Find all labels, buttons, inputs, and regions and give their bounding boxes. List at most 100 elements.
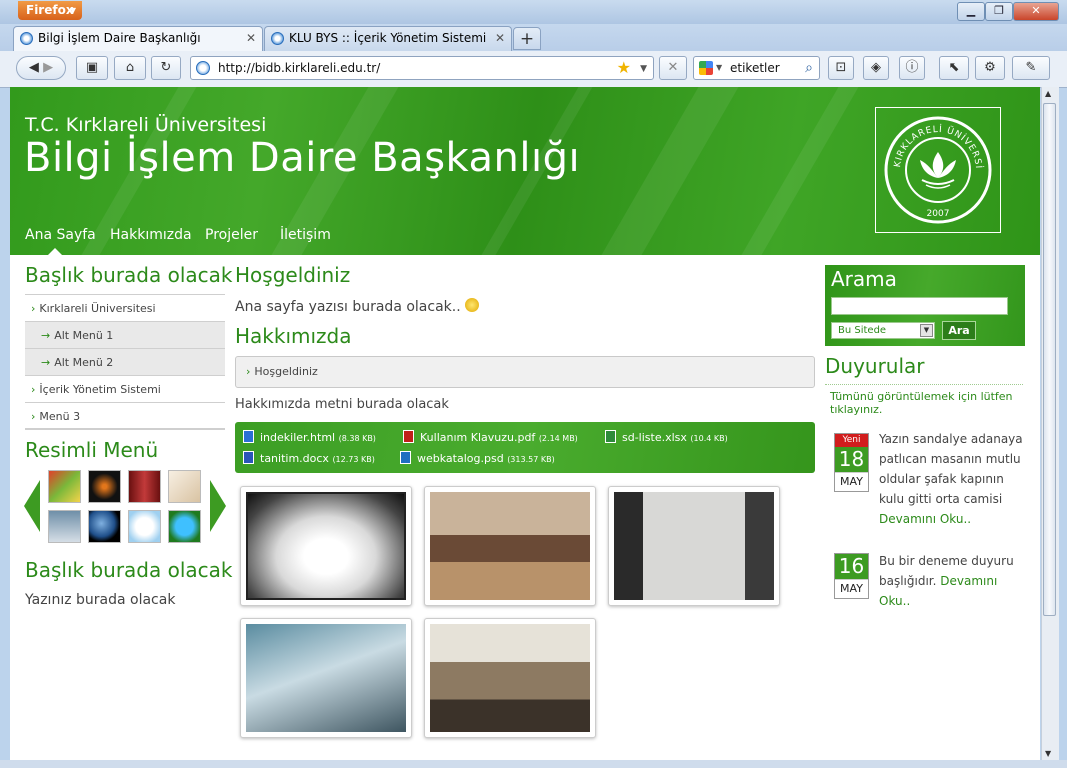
file-link[interactable]: webkatalog.psd (313.57 KB) bbox=[400, 451, 555, 465]
forward-arrow-icon: ▶ bbox=[43, 60, 54, 75]
html-file-icon bbox=[243, 430, 254, 443]
maximize-button[interactable]: ❐ bbox=[985, 2, 1013, 21]
menu-thumbnail[interactable] bbox=[168, 510, 201, 543]
addon-button-5[interactable]: ✎ bbox=[1012, 56, 1050, 80]
addon-button-1[interactable]: ⊡ bbox=[828, 56, 854, 80]
menu-thumbnail[interactable] bbox=[48, 510, 81, 543]
left-menu-item-3[interactable]: › Menü 3 bbox=[25, 403, 225, 430]
nav-home[interactable]: Ana Sayfa bbox=[25, 227, 96, 243]
word-file-icon bbox=[243, 451, 254, 464]
url-text: http://bidb.kirklareli.edu.tr/ bbox=[218, 61, 381, 75]
tab-close-icon[interactable]: ✕ bbox=[246, 27, 256, 50]
bookmarks-button[interactable]: ▣ bbox=[76, 56, 108, 80]
view-all-link[interactable]: Tümünü görüntülemek için lütfen tıklayın… bbox=[830, 390, 1025, 416]
menu-thumbnail[interactable] bbox=[168, 470, 201, 503]
gallery-photo[interactable] bbox=[424, 618, 596, 738]
date-day: 16 bbox=[835, 554, 868, 579]
left-menu-item-university[interactable]: › Kırklareli Üniversitesi bbox=[25, 295, 225, 322]
divider bbox=[825, 384, 1023, 385]
scroll-down-icon[interactable]: ▼ bbox=[1045, 749, 1051, 758]
url-dropdown-icon[interactable]: ▼ bbox=[640, 58, 647, 80]
announcement-text: Yazın sandalye adanaya patlıcan masanın … bbox=[879, 432, 1023, 506]
nav-about[interactable]: Hakkımızda bbox=[110, 227, 192, 243]
nav-projects[interactable]: Projeler bbox=[205, 227, 258, 243]
slider-next-icon[interactable] bbox=[210, 480, 226, 532]
chevron-right-icon: › bbox=[31, 383, 36, 396]
window-close-button[interactable]: ✕ bbox=[1013, 2, 1059, 21]
file-link[interactable]: sd-liste.xlsx (10.4 KB) bbox=[605, 430, 728, 444]
logo-year: 2007 bbox=[927, 209, 950, 219]
web-search-text: etiketler bbox=[730, 61, 780, 75]
star-icon[interactable]: ★ bbox=[617, 57, 631, 79]
about-text: Hakkımızda metni burada olacak bbox=[235, 397, 449, 412]
university-logo[interactable]: KIRKLARELİ ÜNİVERSİTESİ 2007 bbox=[872, 100, 1001, 233]
studio-photo bbox=[614, 492, 774, 600]
menu-thumbnail[interactable] bbox=[128, 510, 161, 543]
site-search-input[interactable] bbox=[831, 297, 1008, 315]
search-icon[interactable]: ⌕ bbox=[805, 57, 813, 79]
accordion-item-welcome[interactable]: › Hoşgeldiniz bbox=[235, 356, 815, 388]
home-button[interactable]: ⌂ bbox=[114, 56, 146, 80]
arrow-right-icon: → bbox=[41, 356, 51, 369]
image-slider bbox=[24, 470, 226, 543]
slider-prev-icon[interactable] bbox=[24, 480, 40, 532]
lotus-seal-icon: KIRKLARELİ ÜNİVERSİTESİ 2007 bbox=[872, 100, 992, 224]
chevron-down-icon: ▼ bbox=[69, 6, 76, 15]
scroll-up-icon[interactable]: ▲ bbox=[1045, 89, 1051, 98]
search-title: Arama bbox=[831, 267, 897, 291]
studio-photo bbox=[246, 492, 406, 600]
file-size: (10.4 KB) bbox=[690, 434, 728, 443]
left-menu-subitem-2[interactable]: → Alt Menü 2 bbox=[25, 349, 225, 376]
accordion-label: Hoşgeldiniz bbox=[254, 365, 318, 378]
about-title: Hakkımızda bbox=[235, 324, 352, 348]
addon-button-2[interactable]: ◈ bbox=[863, 56, 889, 80]
announcement-item: Bu bir deneme duyuru başlığıdır. Devamın… bbox=[879, 551, 1031, 611]
back-forward-button[interactable]: ◀ ▶ bbox=[16, 56, 66, 80]
gallery-photo[interactable] bbox=[424, 486, 596, 606]
engine-dropdown-icon[interactable]: ▼ bbox=[716, 57, 722, 79]
gallery-photo[interactable] bbox=[608, 486, 780, 606]
search-button[interactable]: Ara bbox=[942, 321, 976, 340]
scrollbar-thumb[interactable] bbox=[1043, 103, 1056, 616]
gallery-photo[interactable] bbox=[240, 618, 412, 738]
file-name: webkatalog.psd bbox=[417, 452, 504, 465]
menu-thumbnail[interactable] bbox=[88, 470, 121, 503]
zoom-icon: ⊡ bbox=[835, 60, 847, 75]
addon-button-3[interactable]: ⬉ bbox=[939, 56, 969, 80]
reload-button[interactable]: ↻ bbox=[151, 56, 181, 80]
search-scope-select[interactable]: Bu Sitede ▼ bbox=[831, 322, 935, 339]
announcement-item: Yazın sandalye adanaya patlıcan masanın … bbox=[879, 429, 1031, 529]
web-search-field[interactable]: ▼ etiketler ⌕ bbox=[693, 56, 820, 80]
pdf-file-icon bbox=[403, 430, 414, 443]
menu-thumbnail[interactable] bbox=[48, 470, 81, 503]
file-link[interactable]: tanitim.docx (12.73 KB) bbox=[243, 451, 375, 465]
menu-thumbnail[interactable] bbox=[128, 470, 161, 503]
search-scope-value: Bu Sitede bbox=[838, 325, 887, 336]
file-link[interactable]: Kullanım Klavuzu.pdf (2.14 MB) bbox=[403, 430, 578, 444]
left-menu-item-cms[interactable]: › İçerik Yönetim Sistemi bbox=[25, 376, 225, 403]
url-bar[interactable]: http://bidb.kirklareli.edu.tr/ ★ ▼ bbox=[190, 56, 654, 80]
welcome-text: Ana sayfa yazısı burada olacak.. bbox=[235, 298, 480, 315]
read-more-link[interactable]: Devamını Oku.. bbox=[879, 512, 971, 526]
page-info-button[interactable]: ⓘ bbox=[899, 56, 925, 80]
file-size: (8.38 KB) bbox=[338, 434, 376, 443]
stop-button[interactable]: ✕ bbox=[659, 56, 687, 80]
menu-label: Menü 3 bbox=[39, 410, 81, 423]
gallery-photo[interactable] bbox=[240, 486, 412, 606]
home-icon: ⌂ bbox=[125, 60, 135, 75]
tab-close-icon[interactable]: ✕ bbox=[495, 27, 505, 50]
addon-button-4[interactable]: ⚙ bbox=[975, 56, 1005, 80]
nav-contact[interactable]: İletişim bbox=[280, 227, 331, 243]
firefox-menu-button[interactable]: Firefox ▼ bbox=[18, 1, 82, 20]
tab-klu-bys[interactable]: KLU BYS :: İçerik Yönetim Sistemi ✕ bbox=[264, 26, 512, 51]
minimize-button[interactable]: ▁ bbox=[957, 2, 985, 21]
left-heading-1: Başlık burada olacak bbox=[25, 263, 233, 287]
left-menu-subitem-1[interactable]: → Alt Menü 1 bbox=[25, 322, 225, 349]
globe-icon bbox=[196, 61, 210, 75]
tab-bidb[interactable]: Bilgi İşlem Daire Başkanlığı ✕ bbox=[13, 26, 263, 51]
new-tab-button[interactable]: + bbox=[513, 27, 541, 50]
chevron-down-icon: ▼ bbox=[920, 324, 933, 337]
site-favicon-icon bbox=[271, 32, 284, 45]
menu-thumbnail[interactable] bbox=[88, 510, 121, 543]
file-link[interactable]: indekiler.html (8.38 KB) bbox=[243, 430, 376, 444]
